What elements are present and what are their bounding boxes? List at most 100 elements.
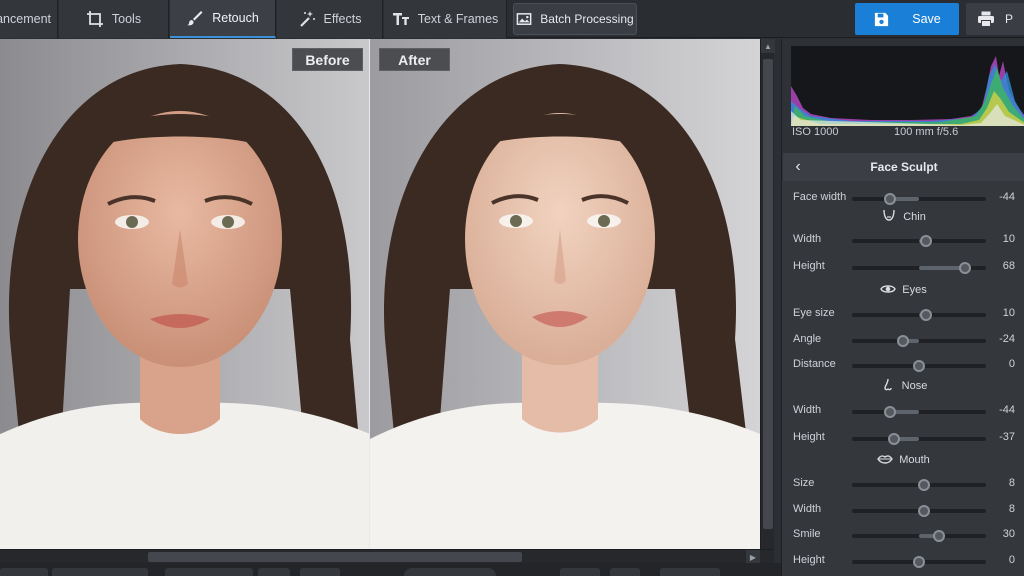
tab-label: Text & Frames xyxy=(417,12,499,26)
slider-knob[interactable] xyxy=(883,406,896,418)
slider-knob[interactable] xyxy=(888,433,901,445)
slider-value: 8 xyxy=(1008,503,1015,515)
group-chin: Chin xyxy=(782,208,1024,226)
slider-row: Height -37 xyxy=(782,427,1024,449)
save-button[interactable]: Save xyxy=(855,3,959,35)
tab-label: nancement xyxy=(0,12,51,26)
printer-icon xyxy=(978,11,994,27)
slider-knob[interactable] xyxy=(933,530,946,542)
tab-effects[interactable]: Effects xyxy=(277,0,383,38)
vertical-scroll-thumb[interactable] xyxy=(763,59,773,529)
group-label: Eyes xyxy=(902,284,927,296)
scroll-right-icon[interactable]: ▶ xyxy=(746,550,760,564)
slider-row: Face width -44 xyxy=(782,187,1024,209)
slider-label: Height xyxy=(793,260,825,272)
iso-value: ISO 1000 xyxy=(792,126,839,138)
floppy-disk-icon xyxy=(875,12,889,26)
portrait-before-image xyxy=(0,39,370,549)
slider-label: Width xyxy=(793,503,822,515)
magic-wand-icon xyxy=(299,11,315,27)
top-toolbar: nancement Tools Retouch Effects Text & F… xyxy=(0,0,1024,38)
before-label: Before xyxy=(292,48,363,71)
slider-row: Smile 30 xyxy=(782,524,1024,546)
slider-value: -44 xyxy=(999,191,1015,203)
back-chevron-icon[interactable]: ‹ xyxy=(783,153,813,181)
slider-label: Face width xyxy=(793,191,847,203)
slider-row: Distance 0 xyxy=(782,354,1024,376)
slider-knob[interactable] xyxy=(913,360,925,372)
slider-value: -24 xyxy=(999,333,1015,345)
slider-track[interactable] xyxy=(852,339,986,343)
brush-icon xyxy=(187,11,203,26)
slider-knob[interactable] xyxy=(919,309,932,321)
slider-knob[interactable] xyxy=(883,193,896,205)
after-photo xyxy=(370,39,760,549)
slider-value: 10 xyxy=(1002,233,1015,245)
slider-label: Width xyxy=(793,404,822,416)
panel-title: Face Sculpt xyxy=(870,160,938,174)
tab-label: Retouch xyxy=(212,11,259,25)
batch-processing-button[interactable]: Batch Processing xyxy=(513,3,637,35)
lips-icon xyxy=(877,452,894,469)
slider-value: 10 xyxy=(1002,307,1015,319)
slider-row: Angle -24 xyxy=(782,329,1024,351)
nose-icon xyxy=(880,378,896,395)
slider-value: 30 xyxy=(1002,528,1015,540)
slider-track[interactable] xyxy=(852,197,986,201)
slider-knob[interactable] xyxy=(913,556,925,568)
slider-value: -37 xyxy=(999,431,1015,443)
crop-icon xyxy=(86,11,103,27)
group-mouth: Mouth xyxy=(782,451,1024,469)
slider-knob[interactable] xyxy=(896,335,909,347)
print-button[interactable]: P xyxy=(966,3,1024,35)
slider-track[interactable] xyxy=(852,410,986,414)
scroll-up-icon[interactable]: ▲ xyxy=(761,39,775,53)
slider-value: 8 xyxy=(1008,477,1015,489)
slider-knob[interactable] xyxy=(918,479,931,491)
slider-row: Size 8 xyxy=(782,473,1024,495)
portrait-after-image xyxy=(370,39,760,549)
slider-label: Angle xyxy=(793,333,822,345)
slider-row: Width -44 xyxy=(782,400,1024,422)
group-label: Chin xyxy=(903,211,926,223)
face-sculpt-controls: Face width -44 Chin Width 10 Height 68 Eyes Eye … xyxy=(782,181,1024,576)
slider-knob[interactable] xyxy=(958,262,971,274)
tab-label: Effects xyxy=(323,12,362,26)
slider-knob[interactable] xyxy=(919,235,932,247)
histogram xyxy=(791,46,1024,126)
photo-canvas[interactable]: Before After xyxy=(0,39,760,549)
group-nose: Nose xyxy=(782,377,1024,395)
slider-track[interactable] xyxy=(852,437,986,441)
tab-retouch[interactable]: Retouch xyxy=(170,0,276,38)
save-label: Save xyxy=(912,12,941,26)
horizontal-scrollbar[interactable]: ▶ xyxy=(0,549,774,564)
slider-label: Size xyxy=(793,477,815,489)
face-sculpt-header: ‹ Face Sculpt xyxy=(783,153,1024,181)
slider-label: Height xyxy=(793,554,825,566)
group-eyes: Eyes xyxy=(782,281,1024,299)
lens-value: 100 mm f/5.6 xyxy=(894,126,959,138)
before-photo xyxy=(0,39,370,549)
slider-value: 0 xyxy=(1008,358,1015,370)
slider-knob[interactable] xyxy=(918,505,931,517)
slider-value: 0 xyxy=(1008,554,1015,566)
slider-row: Height 0 xyxy=(782,550,1024,572)
tab-enhancement[interactable]: nancement xyxy=(0,0,58,38)
vertical-scrollbar[interactable]: ▲ xyxy=(760,39,775,549)
eye-icon xyxy=(880,282,897,299)
horizontal-scroll-thumb[interactable] xyxy=(148,552,522,562)
slider-row: Width 8 xyxy=(782,499,1024,521)
slider-label: Height xyxy=(793,431,825,443)
slider-fill xyxy=(919,266,965,270)
tab-text-frames[interactable]: Text & Frames xyxy=(384,0,507,38)
slider-row: Height 68 xyxy=(782,256,1024,278)
group-label: Mouth xyxy=(899,454,930,466)
slider-row: Eye size 10 xyxy=(782,303,1024,325)
chin-icon xyxy=(881,209,897,226)
slider-label: Eye size xyxy=(793,307,835,319)
slider-row: Width 10 xyxy=(782,229,1024,251)
slider-value: -44 xyxy=(999,404,1015,416)
tab-tools[interactable]: Tools xyxy=(59,0,169,38)
slider-label: Width xyxy=(793,233,822,245)
text-icon xyxy=(392,13,409,25)
